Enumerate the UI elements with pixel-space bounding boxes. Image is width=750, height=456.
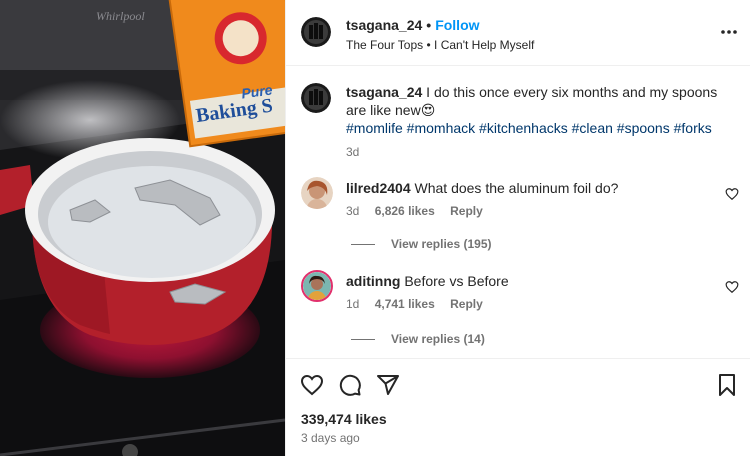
caption-username[interactable]: tsagana_24 — [346, 84, 422, 100]
replies-divider — [351, 339, 375, 341]
caption-hashtags[interactable]: #momlife #momhack #kitchenhacks #clean #… — [346, 119, 736, 137]
post-media[interactable]: Pure Baking S Whirlpool — [0, 0, 285, 456]
audio-track[interactable]: The Four Tops • I Can't Help Myself — [346, 38, 534, 52]
reply-button[interactable]: Reply — [450, 204, 483, 218]
comment-item: aditinng Before vs Before 1d 4,741 likes… — [301, 270, 741, 330]
comment-time: 1d — [346, 297, 360, 311]
post-header: tsagana_24 • Follow The Four Tops • I Can'… — [286, 0, 750, 66]
heart-eyes-emoji: 😍 — [420, 102, 436, 118]
view-replies-label: View replies (14) — [391, 332, 485, 346]
comment-time: 3d — [346, 204, 360, 218]
share-icon[interactable] — [376, 373, 400, 397]
post-date: 3 days ago — [301, 431, 360, 445]
caption-time: 3d — [346, 145, 360, 159]
caption-avatar[interactable] — [301, 83, 331, 113]
view-replies-link[interactable]: View replies (14) — [351, 332, 485, 346]
heart-icon[interactable] — [300, 373, 324, 397]
comment-text: What does the aluminum foil do? — [414, 180, 619, 196]
author-avatar[interactable] — [301, 17, 331, 47]
commenter-username[interactable]: lilred2404 — [346, 180, 411, 196]
view-replies-label: View replies (195) — [391, 237, 492, 251]
commenter-avatar[interactable] — [301, 177, 333, 209]
replies-divider — [351, 244, 375, 246]
comment-like-heart-icon[interactable] — [725, 280, 739, 294]
video-frame: Pure Baking S Whirlpool — [0, 0, 285, 456]
comment-like-heart-icon[interactable] — [725, 187, 739, 201]
comment-item: lilred2404 What does the aluminum foil d… — [301, 177, 741, 237]
more-icon[interactable] — [719, 22, 739, 42]
appliance-brand: Whirlpool — [96, 9, 145, 23]
comment-icon[interactable] — [338, 373, 362, 397]
comment-likes[interactable]: 4,741 likes — [375, 297, 435, 311]
separator-dot: • — [426, 17, 432, 33]
follow-button[interactable]: Follow — [435, 17, 479, 33]
commenter-username[interactable]: aditinng — [346, 273, 400, 289]
post-likes-count[interactable]: 339,474 likes — [301, 411, 387, 427]
commenter-avatar[interactable] — [301, 270, 333, 302]
comment-likes[interactable]: 6,826 likes — [375, 204, 435, 218]
bookmark-icon[interactable] — [715, 373, 739, 397]
comment-text: Before vs Before — [404, 273, 509, 289]
author-username[interactable]: tsagana_24 — [346, 17, 422, 33]
post-side-panel: tsagana_24 • Follow The Four Tops • I Can'… — [285, 0, 750, 456]
post-actions-bar: 339,474 likes 3 days ago — [286, 358, 750, 456]
view-replies-link[interactable]: View replies (195) — [351, 237, 492, 251]
reply-button[interactable]: Reply — [450, 297, 483, 311]
